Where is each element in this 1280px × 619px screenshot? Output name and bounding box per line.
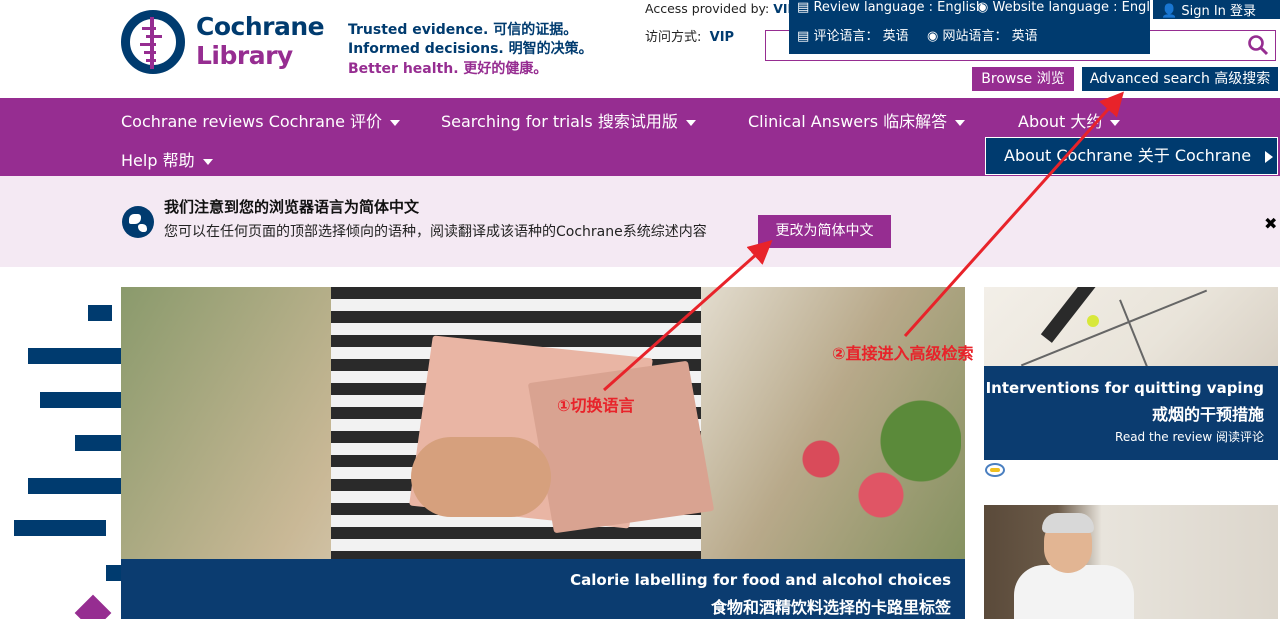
nav-about-label: About 大约 (1018, 112, 1103, 131)
nav-help-label: Help 帮助 (121, 151, 195, 170)
nav-about[interactable]: About 大约 (1018, 108, 1121, 132)
review-language-zh-selector[interactable]: ▤ 评论语言： 英语 (797, 25, 909, 44)
logo-text-library[interactable]: Library (196, 41, 293, 70)
website-language-selector[interactable]: ◉ Website language : English (977, 0, 1169, 15)
sign-in-label: Sign In 登录 (1181, 4, 1257, 19)
notice-title: 我们注意到您的浏览器语言为简体中文 (164, 198, 420, 216)
website-language-label: Website language : English (992, 0, 1169, 15)
decorative-bar (14, 520, 106, 536)
tagline-line3: Better health. 更好的健康。 (348, 61, 548, 77)
about-cochrane-button[interactable]: About Cochrane 关于 Cochrane (985, 137, 1278, 175)
sign-in-link[interactable]: 👤 Sign In 登录 (1153, 0, 1280, 19)
language-settings-panel: ▤ Review language : English ◉ Website la… (789, 0, 1169, 54)
side-card-title-en: Interventions for quitting vaping (985, 379, 1264, 397)
side-card-vaping[interactable]: Interventions for quitting vaping 戒烟的干预措… (984, 366, 1278, 460)
globe-icon: ◉ (927, 29, 939, 44)
side-card-image-2[interactable] (984, 505, 1278, 619)
visit-value: VIP (709, 30, 735, 45)
annotation-advanced-search: ②直接进入高级检索 (832, 344, 974, 363)
advanced-search-button[interactable]: Advanced search 高级搜索 (1082, 67, 1278, 91)
logo-text-cochrane[interactable]: Cochrane (196, 12, 325, 41)
decorative-diamond (74, 594, 112, 619)
caret-down-icon (1110, 119, 1121, 126)
hero-caption-zh: 食物和酒精饮料选择的卡路里标签 (710, 598, 951, 617)
annotation-switch-language: ①切换语言 (557, 396, 635, 415)
document-icon: ▤ (797, 29, 810, 44)
side-card-title-zh: 戒烟的干预措施 (1151, 405, 1264, 424)
tagline-line2: Informed decisions. 明智的决策。 (348, 41, 593, 57)
decorative-bar (28, 348, 121, 364)
caret-right-icon (1265, 150, 1274, 163)
about-cochrane-label: About Cochrane 关于 Cochrane (1004, 146, 1252, 165)
user-icon: 👤 (1161, 4, 1178, 19)
nav-help[interactable]: Help 帮助 (121, 147, 213, 171)
browse-button[interactable]: Browse 浏览 (972, 67, 1074, 91)
nav-trials-label: Searching for trials 搜索试用版 (441, 112, 678, 131)
nav-reviews-label: Cochrane reviews Cochrane 评价 (121, 112, 383, 131)
notice-body: 您可以在任何页面的顶部选择倾向的语种，阅读翻译成该语种的Cochrane系统综述… (164, 224, 707, 240)
review-language-selector[interactable]: ▤ Review language : English (797, 0, 984, 15)
nav-cochrane-reviews[interactable]: Cochrane reviews Cochrane 评价 (121, 108, 401, 132)
side-card-image[interactable] (984, 287, 1278, 367)
close-icon[interactable]: ✖ (1264, 214, 1277, 233)
globe-icon: ◉ (977, 0, 989, 15)
caret-down-icon (685, 119, 696, 126)
read-review-link[interactable]: Read the review 阅读评论 (1115, 428, 1264, 445)
page: Cochrane Library Trusted evidence. 可信的证据… (0, 0, 1280, 619)
caret-down-icon (390, 119, 401, 126)
website-language-zh-selector[interactable]: ◉ 网站语言： 英语 (927, 25, 1038, 44)
access-provided-by: Access provided by: VIP (645, 1, 797, 16)
hero-caption-en: Calorie labelling for food and alcohol c… (570, 571, 951, 589)
cochrane-logo-icon[interactable] (121, 10, 185, 74)
document-icon: ▤ (797, 0, 810, 15)
visit-label: 访问方式: (645, 30, 702, 45)
hero-caption[interactable]: Calorie labelling for food and alcohol c… (121, 559, 965, 619)
tagline-line1: Trusted evidence. 可信的证据。 (348, 22, 578, 38)
nav-clinical-answers[interactable]: Clinical Answers 临床解答 (748, 108, 966, 132)
search-icon[interactable] (1247, 34, 1269, 56)
caret-down-icon (955, 119, 966, 126)
access-method: 访问方式: VIP (645, 26, 734, 45)
review-language-zh-label: 评论语言： 英语 (813, 29, 909, 44)
website-language-zh-label: 网站语言： 英语 (942, 29, 1038, 44)
nav-clinical-label: Clinical Answers 临床解答 (748, 112, 948, 131)
review-language-label: Review language : English (813, 0, 985, 15)
globe-icon (122, 206, 154, 238)
decorative-bar (88, 305, 112, 321)
nav-searching-trials[interactable]: Searching for trials 搜索试用版 (441, 108, 696, 132)
decorative-bar (40, 392, 121, 408)
change-to-simplified-chinese-button[interactable]: 更改为简体中文 (758, 215, 891, 248)
browser-extension-icon[interactable] (985, 463, 1005, 477)
access-label: Access provided by: (645, 1, 770, 16)
caret-down-icon (202, 158, 213, 165)
